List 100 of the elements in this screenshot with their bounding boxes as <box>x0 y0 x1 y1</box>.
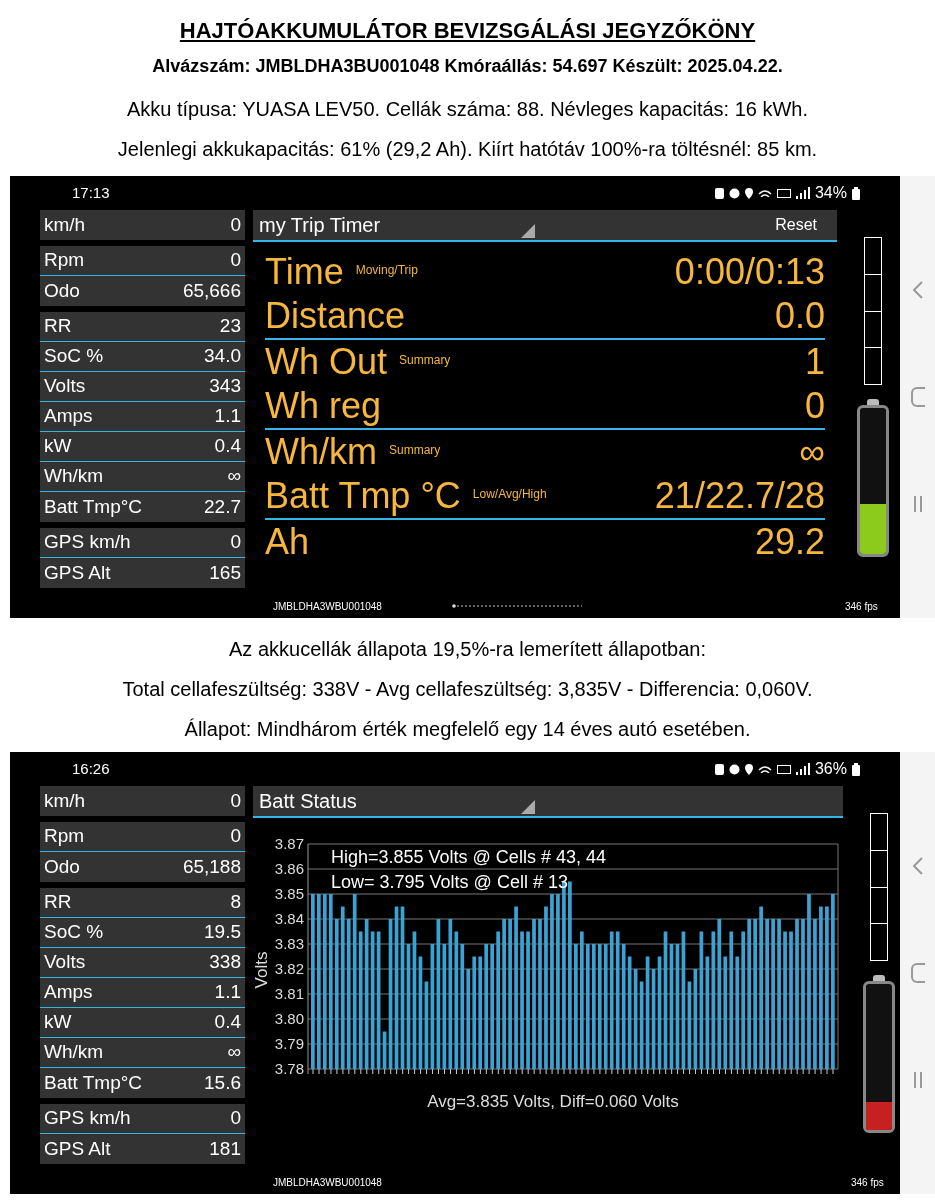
wifi-icon <box>757 765 772 773</box>
metric-note: Summary <box>389 442 441 459</box>
metric-label: Distance <box>265 298 406 334</box>
row-label: Batt Tmp°C <box>44 494 143 519</box>
row-value: 15.6 <box>204 1070 241 1095</box>
home-icon <box>910 963 925 983</box>
intro-line: Jelenlegi akkukapacitás: 61% (29,2 Ah). Kiírt hatótáv 100%-ra töltésnél: 85 km. <box>117 137 818 162</box>
row-label: Volts <box>44 374 86 399</box>
row-label: km/h <box>44 788 86 813</box>
y-tick-label: 3.84 <box>274 910 304 927</box>
pager-dots-icon <box>451 604 582 608</box>
status-time: 17:13 <box>72 182 110 203</box>
metric-label: Ah <box>265 524 310 560</box>
intro-line: Akku típusa: YUASA LEV50. Cellák száma: 88. Névleges kapacitás: 16 kWh. <box>126 97 809 122</box>
row-value: 0 <box>230 530 241 555</box>
metric-note: Low/Avg/High <box>472 486 547 503</box>
row-value: 338 <box>209 950 241 975</box>
row-label: GPS Alt <box>44 560 111 585</box>
row-value: 165 <box>209 560 241 585</box>
fps-label: 346 fps <box>845 599 879 614</box>
row-value: 0.4 <box>214 434 241 459</box>
summary-line: Állapot: Mindhárom érték megfelelő egy 14 éves autó esetében. <box>184 717 751 742</box>
row-label: GPS km/h <box>44 530 131 555</box>
row-label: Odo <box>44 854 80 879</box>
y-tick-label: 3.85 <box>274 885 304 902</box>
row-label: Amps <box>44 404 93 429</box>
row-label: Wh/km <box>44 464 104 489</box>
notification-icon <box>714 763 724 775</box>
row-label: Batt Tmp°C <box>44 1070 143 1095</box>
metric-label: Wh reg <box>265 388 382 424</box>
y-tick-label: 3.79 <box>274 1035 304 1052</box>
metric-label: Wh/km <box>265 434 377 470</box>
row-label: SoC % <box>44 920 104 945</box>
row-value: 181 <box>209 1136 241 1161</box>
notification-icon <box>714 187 724 199</box>
signal-icon <box>795 763 810 775</box>
alarm-icon <box>728 763 740 775</box>
metric-label: Batt Tmp °C <box>265 478 461 514</box>
row-label: GPS km/h <box>44 1106 131 1131</box>
battery-icon <box>852 762 860 776</box>
row-value: 22.7 <box>204 494 241 519</box>
row-value: 65,666 <box>182 278 241 303</box>
row-label: kW <box>44 1010 72 1035</box>
vin-label: JMBLDHA3WBU001048 <box>273 599 382 614</box>
metric-value: 0 <box>804 388 825 424</box>
row-value: 0.4 <box>214 1010 241 1035</box>
row-label: Wh/km <box>44 1040 104 1065</box>
metric-value: 0.0 <box>774 298 825 334</box>
recents-icon <box>911 1070 924 1091</box>
wifi-icon <box>757 189 772 197</box>
fps-label: 346 fps <box>851 1175 885 1190</box>
location-icon <box>744 187 753 199</box>
document-subtitle: Alvázszám: JMBLDHA3BU001048 Kmóraállás: 54.697 Készült: 2025.04.22. <box>152 55 783 78</box>
metric-note: Summary <box>399 352 451 369</box>
row-value: 19.5 <box>204 920 241 945</box>
row-value: 0 <box>230 788 241 813</box>
battery-percent: 34% <box>814 183 847 203</box>
row-value: 0 <box>230 824 241 849</box>
row-label: Rpm <box>44 248 85 273</box>
recents-icon <box>911 494 924 515</box>
row-value: 8 <box>230 890 241 915</box>
row-label: Odo <box>44 278 80 303</box>
dropdown-icon <box>521 800 535 814</box>
y-tick-label: 3.87 <box>274 835 304 852</box>
battery-percent: 36% <box>814 759 847 779</box>
chart-annotation: High=3.855 Volts @ Cells # 43, 44 <box>331 847 606 867</box>
panel-title: my Trip Timer <box>259 213 381 238</box>
row-value: 343 <box>209 374 241 399</box>
metric-value: 0:00/0:13 <box>674 254 825 290</box>
row-label: GPS Alt <box>44 1136 111 1161</box>
location-icon <box>744 763 753 775</box>
status-time: 16:26 <box>72 758 110 779</box>
y-tick-label: 3.83 <box>274 935 304 952</box>
y-tick-label: 3.81 <box>274 985 304 1002</box>
y-tick-label: 3.82 <box>274 960 304 977</box>
row-label: Amps <box>44 980 93 1005</box>
summary-line: Az akkucellák állapota 19,5%-ra lemerített állapotban: <box>229 637 706 662</box>
row-value: 0 <box>230 248 241 273</box>
vin-label: JMBLDHA3WBU001048 <box>273 1175 382 1190</box>
row-value: 23 <box>219 314 241 339</box>
row-value: 1.1 <box>214 980 241 1005</box>
metric-value: 1 <box>804 344 825 380</box>
summary-line: Total cellafeszültség: 338V - Avg cellafeszültség: 3,835V - Differencia: 0,060V. <box>122 677 813 702</box>
metric-value: 21/22.7/28 <box>654 478 825 514</box>
alarm-icon <box>728 187 740 199</box>
y-tick-label: 3.86 <box>274 860 304 877</box>
x-axis-label: Avg=3.835 Volts, Diff=0.060 Volts <box>427 1092 679 1111</box>
signal-icon <box>795 187 810 199</box>
row-label: RR <box>44 314 72 339</box>
row-value: 0 <box>230 1106 241 1131</box>
row-label: kW <box>44 434 72 459</box>
row-value: ∞ <box>227 1040 241 1065</box>
reset-button[interactable]: Reset <box>775 213 817 237</box>
panel-title: Batt Status <box>259 789 357 814</box>
row-value: 1.1 <box>214 404 241 429</box>
back-icon <box>911 855 924 876</box>
home-icon <box>910 387 925 407</box>
document-title: HAJTÓAKKUMULÁTOR BEVIZSGÁLÁSI JEGYZŐKÖNY <box>179 17 756 45</box>
metric-label: Time <box>265 254 344 290</box>
metric-value: 29.2 <box>754 524 825 560</box>
